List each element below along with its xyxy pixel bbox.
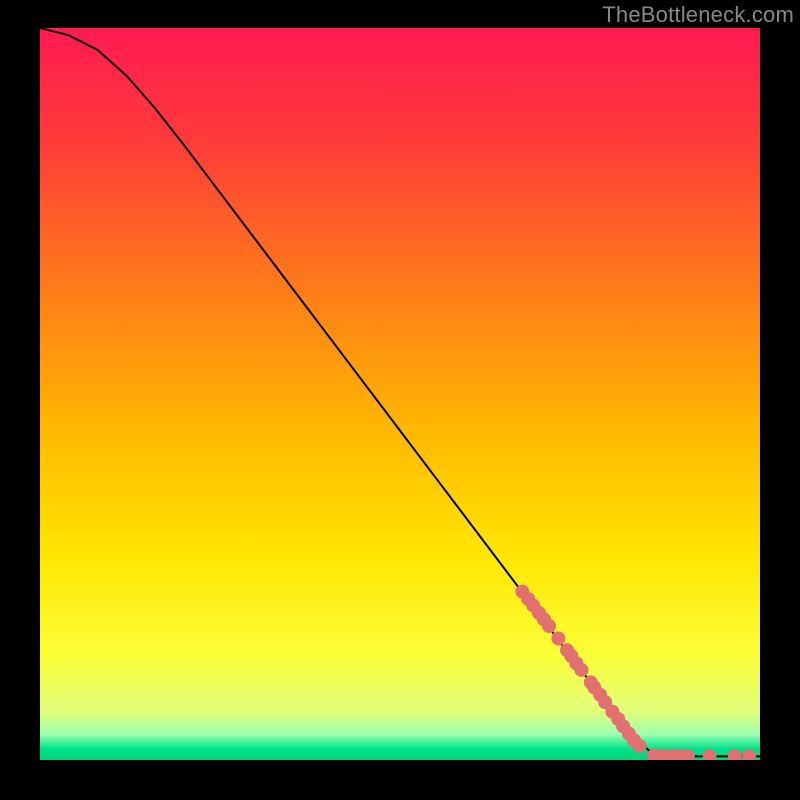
gradient-background (40, 28, 760, 760)
watermark-text: TheBottleneck.com (602, 2, 794, 28)
plot-area (40, 28, 760, 760)
data-marker (551, 631, 565, 645)
data-marker (574, 663, 588, 677)
data-marker (542, 619, 556, 633)
chart-svg (40, 28, 760, 760)
data-marker (633, 739, 647, 753)
chart-container: TheBottleneck.com (0, 0, 800, 800)
